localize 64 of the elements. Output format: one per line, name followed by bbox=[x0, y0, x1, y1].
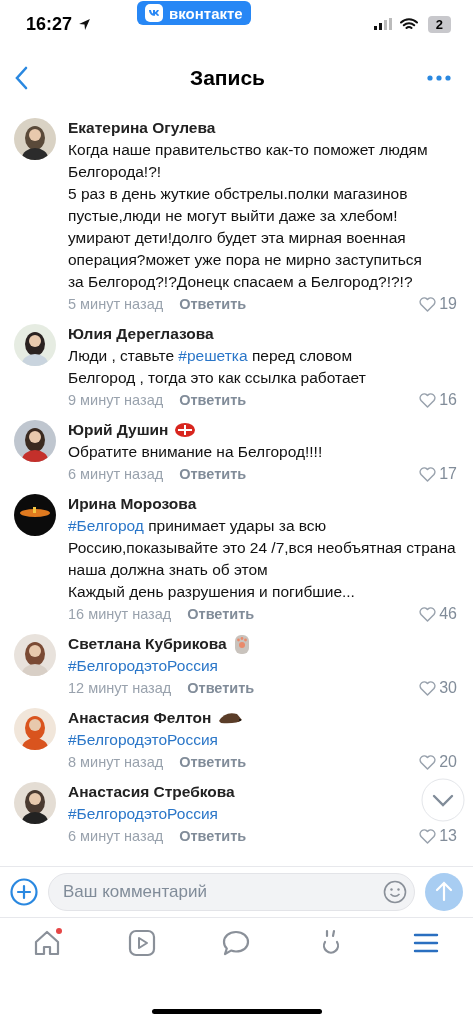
like-button[interactable]: 16 bbox=[419, 391, 459, 409]
add-icon[interactable] bbox=[10, 878, 38, 906]
heart-icon bbox=[419, 392, 437, 408]
hashtag-link[interactable]: #решетка bbox=[178, 347, 248, 364]
hedgehog-icon bbox=[217, 711, 244, 725]
reply-link[interactable]: Ответить bbox=[187, 606, 255, 622]
like-button[interactable]: 20 bbox=[419, 753, 459, 771]
reply-link[interactable]: Ответить bbox=[187, 680, 255, 696]
comment-text: Обратите внимание на Белгород!!!! bbox=[68, 442, 324, 462]
more-icon[interactable] bbox=[427, 75, 451, 81]
author-name[interactable]: Юлия Дереглазова bbox=[68, 325, 214, 343]
messages-tab[interactable] bbox=[221, 928, 252, 958]
status-time: 16:27 bbox=[26, 13, 73, 35]
comment-time: 12 минут назад bbox=[68, 680, 172, 696]
wifi-icon bbox=[399, 17, 418, 31]
emblem-icon bbox=[174, 422, 197, 438]
like-button[interactable]: 30 bbox=[419, 679, 459, 697]
reply-link[interactable]: Ответить bbox=[179, 754, 247, 770]
like-button[interactable]: 17 bbox=[419, 465, 459, 483]
reply-link[interactable]: Ответить bbox=[179, 828, 247, 844]
like-button[interactable]: 13 bbox=[419, 827, 459, 845]
comment-text: Когда наше правительство как-то поможет людям Белгорода!?! 5 раз в день жуткие обстрелы.полки магазинов пустые,люди не могут выйти даже за хлебом! умирают дети!долго будет эта мирная военная операция?может уже пора не мирно заступиться за Белгород?!?Донецк спасаем а Белгород?!?!? bbox=[68, 140, 429, 292]
comment-time: 9 минут назад bbox=[68, 392, 164, 408]
comment-time: 16 минут назад bbox=[68, 606, 172, 622]
comment-time: 5 минут назад bbox=[68, 296, 164, 312]
author-name[interactable]: Анастасия Фелтон bbox=[68, 709, 212, 727]
like-button[interactable]: 19 bbox=[419, 295, 459, 313]
vk-logo-icon bbox=[145, 4, 164, 22]
video-tab[interactable] bbox=[126, 928, 157, 958]
signal-icon bbox=[373, 18, 394, 30]
comment-time: 6 минут назад bbox=[68, 828, 164, 844]
comment-text: #Белгород принимает удары за всю Россию,показывайте это 24 /7,вся необъятная страна наша должна знать об этом Каждый день разрушения и погибшие... bbox=[68, 516, 457, 602]
heart-icon bbox=[419, 828, 437, 844]
comment-field[interactable]: Ваш комментарий bbox=[48, 873, 415, 911]
author-name[interactable]: Юрий Душин bbox=[68, 421, 169, 439]
author-name[interactable]: Анастасия Стребкова bbox=[68, 783, 235, 801]
hashtag-link[interactable]: #БелгородэтоРоссия bbox=[68, 731, 218, 748]
comment-time: 8 минут назад bbox=[68, 754, 164, 770]
app-badge[interactable]: вконтакте bbox=[137, 1, 251, 25]
hashtag-link[interactable]: #Белгород bbox=[68, 517, 144, 534]
author-name[interactable]: Екатерина Огулева bbox=[68, 119, 216, 137]
reply-link[interactable]: Ответить bbox=[179, 466, 247, 482]
reply-link[interactable]: Ответить bbox=[179, 296, 247, 312]
comment-time: 6 минут назад bbox=[68, 466, 164, 482]
hashtag-link[interactable]: #БелгородэтоРоссия bbox=[68, 657, 218, 674]
hashtag-link[interactable]: #БелгородэтоРоссия bbox=[68, 805, 218, 822]
page-title: Запись bbox=[190, 66, 265, 90]
comment-text: Люди , ставьте #решетка перед словом Белгород , тогда это как ссылка работает bbox=[68, 346, 367, 388]
home-tab[interactable] bbox=[32, 928, 63, 958]
heart-icon bbox=[419, 754, 437, 770]
emoji-icon[interactable] bbox=[383, 880, 407, 904]
battery-level: 2 bbox=[427, 15, 451, 33]
paw-icon bbox=[232, 633, 251, 655]
heart-icon bbox=[419, 296, 437, 312]
reply-link[interactable]: Ответить bbox=[179, 392, 247, 408]
location-arrow-icon bbox=[78, 17, 92, 31]
heart-icon bbox=[419, 606, 437, 622]
author-name[interactable]: Ирина Морозова bbox=[68, 495, 197, 513]
heart-icon bbox=[419, 680, 437, 696]
author-name[interactable]: Светлана Кубрикова bbox=[68, 635, 227, 653]
like-button[interactable]: 46 bbox=[419, 605, 459, 623]
back-icon[interactable] bbox=[14, 66, 28, 90]
scroll-down-button[interactable] bbox=[421, 778, 465, 822]
heart-icon bbox=[419, 466, 437, 482]
